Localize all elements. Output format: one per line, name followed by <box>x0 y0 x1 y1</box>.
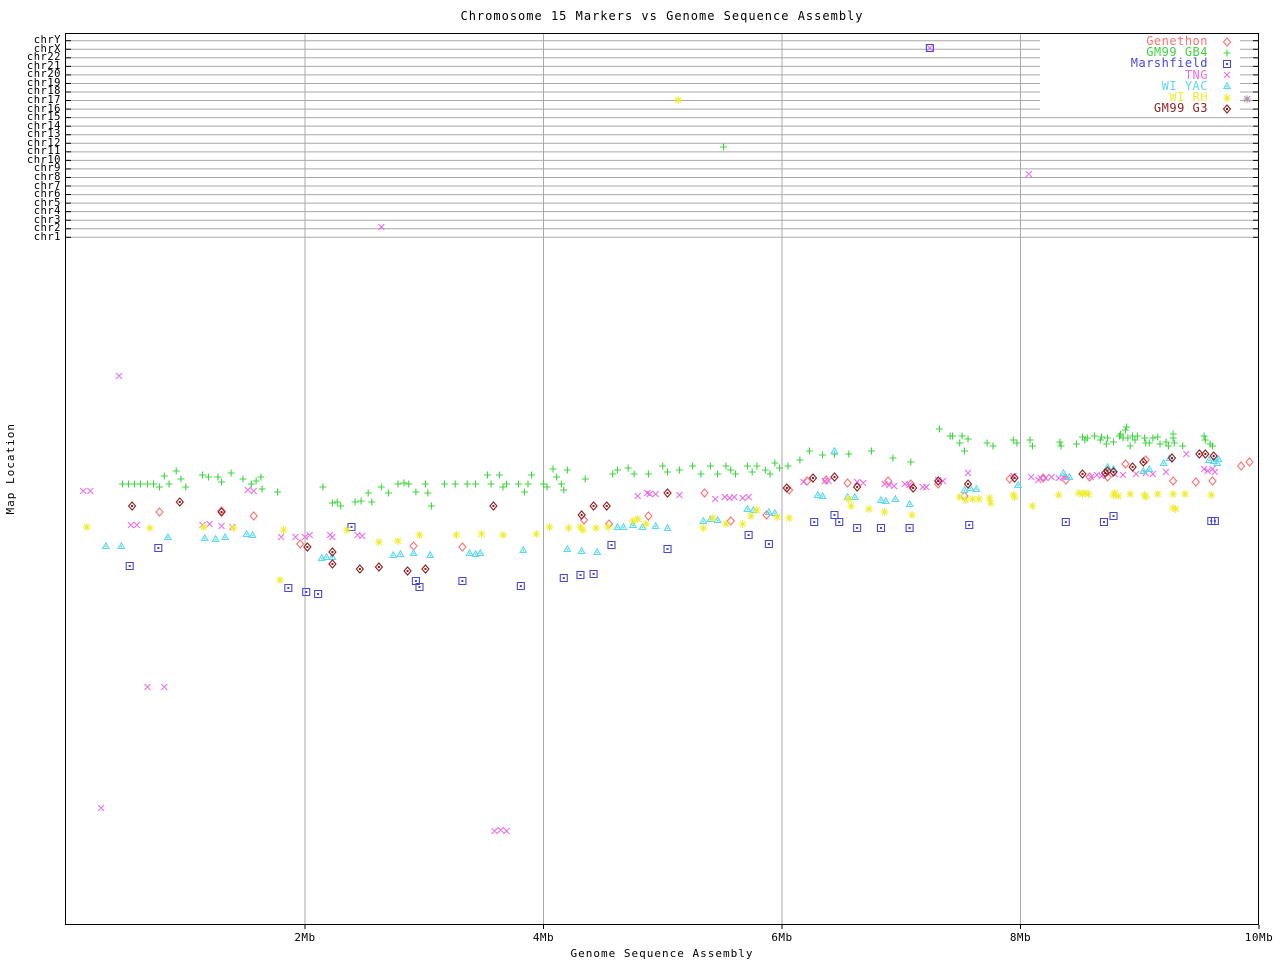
x-axis-label: Genome Sequence Assembly <box>570 947 754 960</box>
series-genethon <box>155 455 1254 552</box>
legend-marker-cross-icon <box>1223 71 1231 79</box>
legend-label: GM99 G3 <box>1153 101 1208 116</box>
row-label-chr1: chr1 <box>33 230 61 243</box>
legend-marker-square-icon <box>1222 59 1232 69</box>
data-points <box>1223 93 1231 102</box>
data-point-dots <box>128 47 1216 595</box>
chart-page: Chromosome 15 Markers vs Genome Sequence… <box>0 0 1280 960</box>
series-marshfield <box>125 43 1219 599</box>
x-tick-label: 10Mb <box>1244 931 1274 944</box>
data-points <box>127 449 1218 576</box>
series-tng-swatch <box>1223 71 1231 79</box>
legend: Genethon GM99 GB4 Marshfield TNG WI YAC WI RH… <box>1040 35 1240 116</box>
series-gm99-g3-swatch <box>1222 103 1232 114</box>
series-genethon-swatch <box>1222 36 1232 47</box>
series-marshfield-swatch <box>1222 59 1232 69</box>
data-points <box>101 446 1223 561</box>
data-points <box>119 95 1251 510</box>
legend-item-tng: TNG <box>1040 69 1240 81</box>
series-wi-yac-swatch <box>1222 82 1232 90</box>
data-points <box>125 43 1219 599</box>
data-point-dots <box>105 450 1220 560</box>
plot-canvas <box>65 34 1260 929</box>
x-tick-label: 6Mb <box>771 931 793 944</box>
series-wi-yac <box>101 446 1223 561</box>
series-gm99-g3 <box>127 449 1218 576</box>
legend-marker-triangle-icon <box>1222 82 1232 90</box>
data-points <box>1223 49 1231 57</box>
y-axis-label: Map Location <box>4 423 17 515</box>
data-point-dots <box>1226 107 1228 110</box>
legend-item-wi-yac: WI YAC <box>1040 80 1240 92</box>
data-points <box>1222 36 1232 47</box>
x-tick-label: 8Mb <box>1009 931 1032 944</box>
data-points <box>1223 71 1231 79</box>
x-tick-label: 4Mb <box>532 931 555 944</box>
legend-item-gm99-g3: GM99 G3 <box>1040 101 1240 116</box>
series-wi-rh-swatch <box>1223 93 1231 102</box>
legend-marker-asterisk-icon <box>1223 93 1231 102</box>
x-tick-label: 2Mb <box>294 931 316 944</box>
legend-marker-plus-icon <box>1223 49 1231 57</box>
legend-item-wi-rh: WI RH <box>1040 91 1240 103</box>
data-point-dots <box>1226 85 1228 88</box>
series-gm99-gb4-swatch <box>1223 49 1231 57</box>
legend-item-marshfield: Marshfield <box>1040 57 1240 69</box>
data-point-dots <box>1226 62 1228 65</box>
data-point-dots <box>131 453 1215 572</box>
legend-marker-diamond-icon <box>1222 36 1232 47</box>
data-points <box>79 44 1251 835</box>
data-points <box>155 455 1254 552</box>
series-gm99-gb4 <box>119 95 1251 510</box>
legend-item-genethon: Genethon <box>1040 35 1240 47</box>
legend-marker-diamond-dot-icon <box>1222 103 1232 114</box>
series-tng <box>79 44 1251 835</box>
